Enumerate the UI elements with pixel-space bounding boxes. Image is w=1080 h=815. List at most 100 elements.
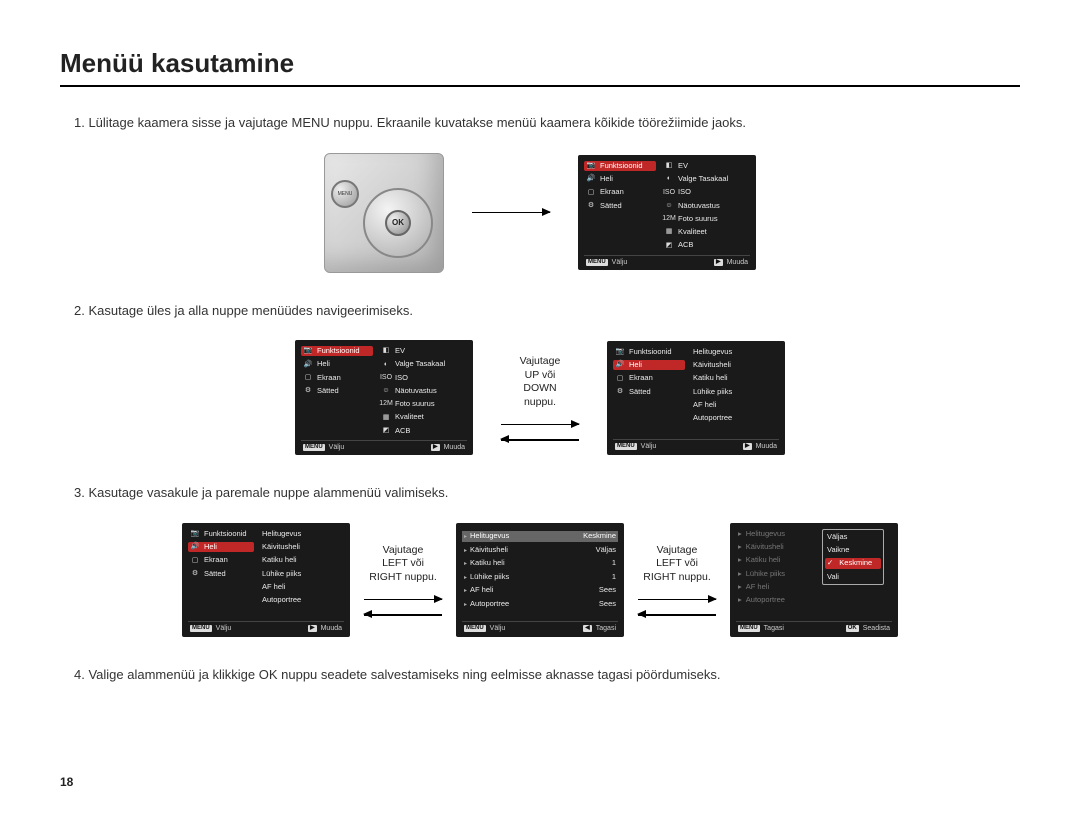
caption-leftright: Vajutage LEFT või RIGHT nuppu. [369, 544, 437, 585]
left-icon: ◀ [583, 625, 592, 632]
submenu-label: Helitugevus [262, 530, 301, 538]
submenu-label: Autoportree [693, 414, 732, 422]
submenu-item: ISOISO [379, 373, 467, 383]
kv-key-dim: ▸Katiku heli [736, 555, 816, 565]
submenu-item: Katiku heli [260, 555, 344, 565]
footer-change: Muuda [756, 443, 777, 451]
option-item: Väljas [825, 532, 881, 542]
menu-label: Funktsioonid [317, 347, 360, 355]
submenu-item: ▦Kvaliteet [379, 412, 467, 422]
menu-label: Sätted [600, 202, 622, 210]
arrow-left-icon [638, 614, 716, 616]
submenu-item: Katiku heli [691, 373, 779, 383]
screen-icon: ▢ [586, 188, 596, 196]
submenu-label: Kvaliteet [678, 228, 707, 236]
camera-menu-button: MENU [331, 180, 359, 208]
step-4: 4. Valige alammenüü ja klikkige OK nuppu… [74, 665, 1020, 685]
option-label: Väljas [827, 533, 847, 541]
menu-label: Heli [317, 360, 330, 368]
submenu-wb: ◐Valge Tasakaal [662, 174, 750, 184]
acb-icon: ◩ [381, 427, 391, 435]
lcd-main-menu: 📷Funktsioonid 🔊Heli ▢Ekraan ⚙Sätted ◧EV … [578, 155, 756, 270]
kv-key: Helitugevus [470, 531, 509, 540]
menu-label: Sätted [629, 388, 651, 396]
submenu-item: Autoportree [691, 413, 779, 423]
play-icon: ▶ [431, 444, 440, 451]
menu-badge: MENU [615, 443, 637, 450]
kv-key-dim: ▸AF heli [736, 582, 816, 592]
submenu-label: Helitugevus [693, 348, 732, 356]
menu-item: 📷Funktsioonid [301, 346, 373, 356]
arrow-left-icon [364, 614, 442, 616]
kv-val: Sees [599, 600, 616, 609]
gear-icon: ⚙ [303, 387, 313, 395]
menu-label: Funktsioonid [204, 530, 247, 538]
submenu-item: AF heli [260, 582, 344, 592]
arrow-right-icon [364, 599, 442, 601]
step-1: 1. Lülitage kaamera sisse ja vajutage ME… [74, 113, 1020, 133]
gear-icon: ⚙ [586, 202, 596, 210]
submenu-item: 12MFoto suurus [379, 399, 467, 409]
submenu-label: Käivitusheli [693, 361, 731, 369]
option-label: Vaikne [827, 546, 849, 554]
arrow-right-icon [472, 212, 550, 214]
kv-val: Sees [599, 586, 616, 595]
menu-badge: MENU [464, 625, 486, 632]
kv-key: Käivitusheli [746, 543, 784, 551]
submenu-label: AF heli [693, 401, 716, 409]
menu-label: Heli [629, 361, 642, 369]
wb-icon: ◐ [381, 360, 391, 368]
lcd-heli-values: ▸HelitugevusKeskmine ▸KäivitusheliVäljas… [456, 523, 624, 637]
caption-leftright: Vajutage LEFT või RIGHT nuppu. [643, 544, 711, 585]
kv-val: Väljas [596, 546, 616, 555]
camera-icon: 📷 [615, 348, 625, 356]
footer-exit: Välju [329, 444, 345, 452]
submenu-label: Foto suurus [678, 215, 718, 223]
kv-row: ▸Lühike piiks1 [462, 572, 618, 583]
row-step3-figures: 📷Funktsioonid 🔊Heli ▢Ekraan ⚙Sätted Heli… [60, 523, 1020, 637]
submenu-label: Foto suurus [395, 400, 435, 408]
menu-item-satted: ⚙ Sätted [584, 201, 656, 211]
sound-icon: 🔊 [190, 543, 200, 551]
submenu-label: Lühike piiks [262, 570, 301, 578]
play-icon: ▶ [308, 625, 317, 632]
submenu-label: AF heli [262, 583, 285, 591]
option-item: Vaikne [825, 545, 881, 555]
submenu-label: EV [678, 162, 688, 170]
submenu-item: ◐Valge Tasakaal [379, 359, 467, 369]
sound-icon: 🔊 [586, 175, 596, 183]
submenu-item: ◩ ACB [379, 426, 467, 436]
kv-key-dim: ▸Autoportree [736, 595, 816, 605]
menu-label: Heli [204, 543, 217, 551]
kv-row: ▸KäivitusheliVäljas [462, 545, 618, 556]
play-icon: ▶ [714, 259, 723, 266]
camera-icon: 📷 [586, 162, 596, 170]
size-icon: 12M [664, 215, 674, 223]
submenu-label: Valge Tasakaal [678, 175, 728, 183]
sound-icon: 🔊 [303, 360, 313, 368]
menu-label: Heli [600, 175, 613, 183]
submenu-acb: ◩ ACB [662, 240, 750, 250]
kv-row-selected: ▸HelitugevusKeskmine [462, 531, 618, 542]
submenu-face: ☺Näotuvastus [662, 201, 750, 211]
kv-row: ▸Katiku heli1 [462, 558, 618, 569]
kv-key: AF heli [470, 585, 493, 594]
footer-exit: Välju [490, 625, 506, 633]
footer-back: Tagasi [764, 625, 784, 633]
kv-val: Keskmine [583, 532, 616, 541]
submenu-label: ISO [395, 374, 408, 382]
camera-illustration: MENU DISP OK [324, 153, 444, 273]
menu-item-selected: 🔊 Heli [188, 542, 254, 552]
kv-val: 1 [612, 559, 616, 568]
kv-row: ▸AF heliSees [462, 585, 618, 596]
option-item-selected: ✓Keskmine [825, 558, 881, 568]
arrow-group-lr2: Vajutage LEFT või RIGHT nuppu. [638, 544, 716, 616]
arrow-right-icon [501, 424, 579, 426]
kv-key-dim: ▸Lühike piiks [736, 569, 816, 579]
submenu-label: ACB [395, 427, 410, 435]
screen-icon: ▢ [303, 374, 313, 382]
acb-icon: ◩ [664, 241, 674, 249]
submenu-item: Helitugevus [260, 529, 344, 539]
submenu-label: ACB [678, 241, 693, 249]
menu-item-ekraan: ▢Ekraan [584, 187, 656, 197]
